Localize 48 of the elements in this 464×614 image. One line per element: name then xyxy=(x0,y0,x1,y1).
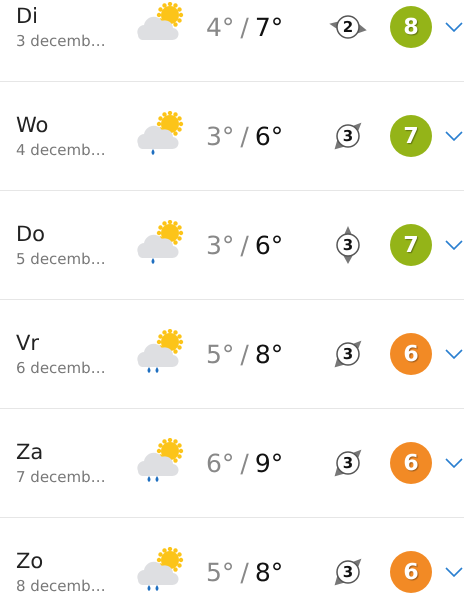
score-badge: 7 xyxy=(390,224,432,266)
min-temperature: 3° xyxy=(206,230,234,260)
wind-force: 3 xyxy=(342,236,354,254)
wind-force: 2 xyxy=(342,18,354,36)
min-temperature: 5° xyxy=(206,340,234,368)
date-label: 8 decemb… xyxy=(16,577,107,595)
wind-force: 3 xyxy=(342,345,354,363)
min-temperature: 6° xyxy=(206,448,234,478)
chevron-down-icon[interactable] xyxy=(445,567,463,577)
date-label: 5 decemb… xyxy=(16,250,107,268)
max-temperature: 6° xyxy=(254,122,284,150)
wind-force: 3 xyxy=(342,563,354,581)
day-name: Vr xyxy=(16,331,40,355)
day-name: Do xyxy=(16,222,46,246)
max-temperature: 7° xyxy=(254,12,284,42)
date-label: 3 decemb… xyxy=(16,32,107,50)
date-label: 7 decemb… xyxy=(16,468,107,486)
max-temperature: 9° xyxy=(254,448,284,478)
day-name: Zo xyxy=(16,549,44,573)
min-temperature: 4° xyxy=(206,12,234,42)
chevron-down-icon[interactable] xyxy=(445,458,463,468)
max-temperature: 8° xyxy=(254,558,284,586)
chevron-down-icon[interactable] xyxy=(445,22,463,32)
separator-slash: / xyxy=(240,558,249,586)
max-temperature: 6° xyxy=(254,230,284,260)
score-badge: 7 xyxy=(390,115,432,157)
separator-slash: / xyxy=(240,340,249,368)
chevron-down-icon[interactable] xyxy=(445,240,463,250)
separator-slash: / xyxy=(240,448,249,478)
separator-slash: / xyxy=(240,122,249,150)
wind-force: 3 xyxy=(342,454,354,472)
day-name: Wo xyxy=(16,113,50,137)
chevron-down-icon[interactable] xyxy=(445,131,463,141)
separator-slash: / xyxy=(240,230,249,260)
day-name: Di xyxy=(16,4,40,28)
chevron-down-icon[interactable] xyxy=(445,349,463,359)
score-badge: 8 xyxy=(390,6,432,48)
wind-force: 3 xyxy=(342,127,354,145)
score-badge: 6 xyxy=(390,551,432,593)
max-temperature: 8° xyxy=(254,340,284,368)
score-badge: 6 xyxy=(390,333,432,375)
day-name: Za xyxy=(16,440,44,464)
date-label: 6 decemb… xyxy=(16,359,107,377)
min-temperature: 3° xyxy=(206,122,234,150)
score-badge: 6 xyxy=(390,442,432,484)
separator-slash: / xyxy=(240,12,249,42)
date-label: 4 decemb… xyxy=(16,141,107,159)
min-temperature: 5° xyxy=(206,558,234,586)
